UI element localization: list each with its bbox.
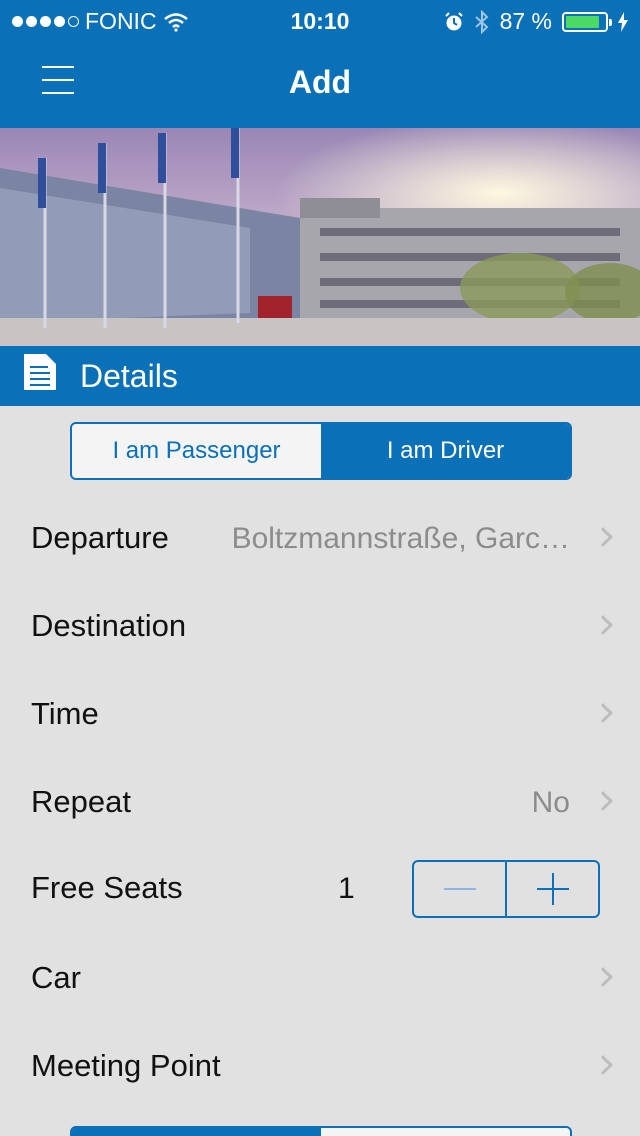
bluetooth-icon bbox=[474, 9, 489, 34]
driver-option[interactable]: I am Driver bbox=[321, 424, 570, 478]
car-row[interactable]: Car bbox=[0, 936, 640, 1024]
meeting-point-row[interactable]: Meeting Point bbox=[0, 1024, 640, 1112]
document-icon bbox=[24, 354, 56, 390]
battery-icon bbox=[562, 11, 612, 32]
details-section-header: Details bbox=[0, 346, 640, 406]
free-seats-stepper bbox=[412, 860, 600, 918]
repeat-value: No bbox=[531, 786, 570, 819]
charging-icon bbox=[618, 11, 628, 32]
departure-row[interactable]: Departure Boltzmannstraße, Garc… bbox=[0, 496, 640, 584]
decrement-button[interactable] bbox=[414, 862, 505, 916]
top-bar: FONIC 10:10 87 % Add bbox=[0, 0, 640, 128]
status-bar: FONIC 10:10 87 % bbox=[0, 0, 640, 40]
passenger-option[interactable]: I am Passenger bbox=[72, 424, 321, 478]
free-seats-label: Free Seats bbox=[31, 870, 183, 905]
battery-percent: 87 % bbox=[499, 8, 552, 34]
departure-label: Departure bbox=[31, 520, 169, 555]
chevron-right-icon bbox=[593, 967, 613, 987]
destination-row[interactable]: Destination bbox=[0, 584, 640, 672]
chevron-right-icon bbox=[593, 527, 613, 547]
chevron-right-icon bbox=[593, 615, 613, 635]
chevron-right-icon bbox=[593, 703, 613, 723]
time-label: Time bbox=[31, 696, 99, 731]
repeat-label: Repeat bbox=[31, 784, 131, 819]
role-segmented-control: I am Passenger I am Driver bbox=[70, 422, 572, 480]
campus-banner-image bbox=[0, 128, 640, 346]
car-label: Car bbox=[31, 960, 81, 995]
alarm-icon bbox=[444, 11, 463, 30]
destination-label: Destination bbox=[31, 608, 187, 643]
free-seats-value: 1 bbox=[338, 872, 355, 905]
chevron-right-icon bbox=[593, 1055, 613, 1075]
chevron-right-icon bbox=[593, 791, 613, 811]
bottom-segmented-control[interactable] bbox=[70, 1126, 572, 1136]
increment-button[interactable] bbox=[505, 862, 598, 916]
repeat-row[interactable]: Repeat No bbox=[0, 760, 640, 848]
section-title: Details bbox=[80, 358, 178, 394]
page-title: Add bbox=[288, 64, 352, 100]
departure-value: Boltzmannstraße, Garc… bbox=[231, 522, 570, 555]
time-row[interactable]: Time bbox=[0, 672, 640, 760]
meeting-point-label: Meeting Point bbox=[31, 1048, 221, 1083]
